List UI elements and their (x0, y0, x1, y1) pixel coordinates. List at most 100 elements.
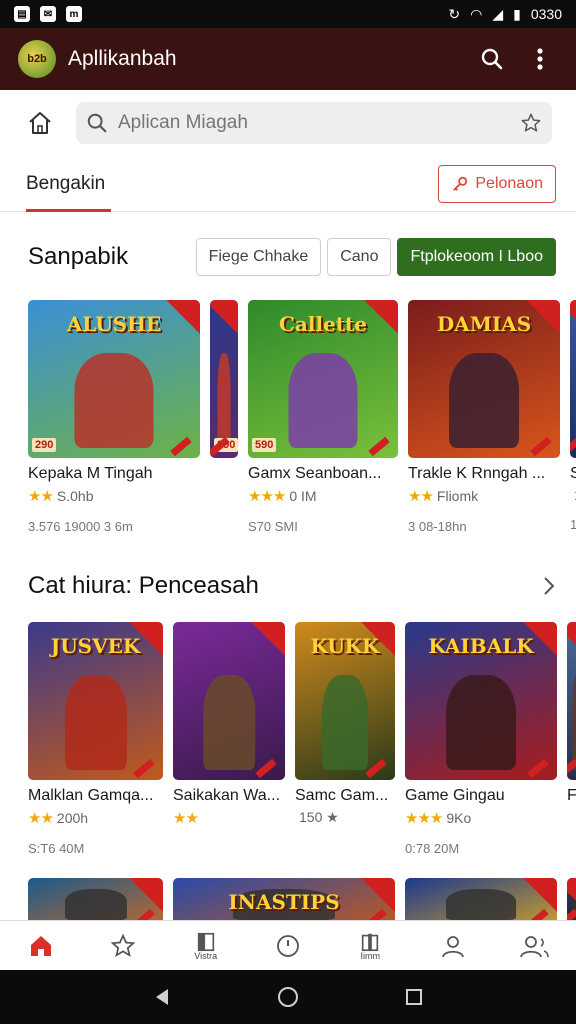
nav-profile[interactable] (423, 933, 483, 959)
message-icon: ✉ (40, 6, 56, 22)
game-title[interactable]: Gamx Seanboan... (248, 465, 398, 483)
more-options-button[interactable] (522, 41, 558, 77)
filter-action-button[interactable]: Pelonaon (438, 164, 556, 203)
badge-corner (129, 878, 163, 912)
game-thumbnail[interactable]: JUSVEK (28, 622, 163, 780)
game-rating: ★★★ 0 IM (248, 487, 398, 505)
search-input[interactable] (118, 112, 510, 134)
signal-icon: ◢ (492, 5, 504, 22)
game-character-art (64, 675, 127, 770)
section-title-2: Cat hiura: Penceasah (28, 572, 259, 599)
game-card[interactable]: JUSVEK Malklan Gamqa... ★★ 200h S:T6 40M (28, 622, 163, 856)
section-header-1: Sanpabik Fiege Chhake Cano Ftplokeoom I … (0, 238, 576, 276)
game-card[interactable]: DAMIAS Trakle K Rnngah ... ★★ Fliomk 3 08-18… (408, 300, 560, 534)
search-row (0, 90, 576, 156)
game-title[interactable]: Kepaka M Tingah (28, 465, 200, 483)
badge-corner (129, 622, 163, 656)
game-card[interactable]: ALUSHE 290 Kepaka M Tingah ★★ S.0hb 3.576 190… (28, 300, 200, 534)
app-logo: b2b (18, 40, 56, 78)
app-bar: b2b Apllikanbah (0, 28, 576, 90)
game-thumbnail[interactable] (567, 622, 576, 780)
game-rating: ★★ (173, 809, 285, 827)
star-outline-icon (111, 933, 136, 957)
sale-stripe (527, 758, 549, 779)
game-meta: 3.576 19000 3 6m (28, 519, 133, 534)
sale-stripe (368, 436, 390, 457)
star-rating-icon: ★★ (28, 810, 54, 827)
nav-home[interactable] (11, 933, 71, 959)
nav-explore[interactable] (258, 933, 318, 959)
game-title[interactable]: Samc Gam... (295, 787, 395, 805)
search-button[interactable] (474, 41, 510, 77)
game-character-art (288, 353, 358, 448)
home-circle-icon[interactable] (277, 986, 299, 1008)
game-card[interactable]: Saikakan Wa... ★★ (173, 622, 285, 856)
game-thumbnail[interactable]: KUKK (295, 622, 395, 780)
game-thumbnail[interactable] (173, 622, 285, 780)
game-thumbnail[interactable]: ALUSHE 290 (28, 300, 200, 458)
game-character-art (446, 675, 516, 770)
game-title[interactable]: S (570, 465, 576, 483)
game-thumbnail[interactable] (570, 300, 576, 458)
notification-icon: ▤ (14, 6, 30, 22)
game-meta: 1 (570, 517, 576, 532)
clock: 0330 (530, 6, 562, 22)
game-title[interactable]: Saikakan Wa... (173, 787, 285, 805)
game-title[interactable]: F (567, 787, 576, 805)
game-card-row-2: JUSVEK Malklan Gamqa... ★★ 200h S:T6 40M Saik… (0, 622, 576, 856)
game-character-art (449, 353, 519, 448)
game-card[interactable]: Callette 590 Gamx Seanboan... ★★★ 0 IM S70 SM… (248, 300, 398, 534)
nav-store-label: Iimm (360, 950, 381, 961)
nav-library-label: Vistra (194, 950, 218, 961)
game-thumbnail[interactable]: Callette 590 (248, 300, 398, 458)
search-box[interactable] (76, 102, 552, 144)
game-title[interactable]: Malklan Gamqa... (28, 787, 163, 805)
section-header-2: Cat hiura: Penceasah (0, 572, 576, 600)
game-card[interactable]: S 1 1 (570, 300, 576, 534)
game-thumbnail[interactable]: DAMIAS (408, 300, 560, 458)
chip-0[interactable]: Fiege Chhake (195, 238, 322, 276)
sale-stripe (365, 758, 387, 779)
price-tag: 290 (32, 438, 57, 452)
rating-value: S.0hb (56, 488, 94, 504)
star-outline-icon[interactable] (520, 112, 542, 134)
star-rating-icon: ★★ (408, 488, 434, 505)
badge-corner (567, 878, 576, 912)
home-button[interactable] (24, 107, 56, 139)
game-rating: ★★ Fliomk (408, 487, 560, 505)
back-icon[interactable] (152, 987, 172, 1007)
game-card[interactable]: KAIBALK Game Gingau ★★★ 9Ko 0:78 20M (405, 622, 557, 856)
game-thumbnail[interactable]: KAIBALK (405, 622, 557, 780)
game-title[interactable]: Trakle K Rnngah ... (408, 465, 560, 483)
nav-store[interactable]: Iimm (340, 931, 400, 961)
nav-friends[interactable] (505, 933, 565, 959)
game-character-art (217, 353, 231, 448)
game-card[interactable]: F (567, 622, 576, 856)
game-character-art (203, 675, 255, 770)
game-card[interactable]: KUKK Samc Gam... 150 ★ (295, 622, 395, 856)
rating-value: Fliomk (436, 488, 479, 504)
star-rating-icon: ★★★ (248, 488, 286, 505)
game-rating: ★★★ 9Ko (405, 809, 557, 827)
nav-favorites[interactable] (93, 933, 153, 959)
game-title[interactable]: Game Gingau (405, 787, 557, 805)
badge-corner (166, 300, 200, 334)
status-bar: ▤ ✉ m ↻ ◠ ◢ ▮ 0330 (0, 0, 576, 28)
badge-corner (361, 622, 395, 656)
tab-active[interactable]: Bengakin (26, 156, 112, 212)
recents-icon[interactable] (404, 987, 424, 1007)
game-character-art (322, 675, 368, 770)
game-thumbnail[interactable]: 290 (210, 300, 238, 458)
wifi-icon: ◠ (470, 5, 483, 22)
badge-corner (361, 878, 395, 912)
bottom-navigation: Vistra Iimm (0, 920, 576, 970)
sale-stripe (170, 436, 192, 457)
section-title-1: Sanpabik (28, 243, 129, 270)
chip-1[interactable]: Cano (327, 238, 392, 276)
chevron-right-icon[interactable] (542, 575, 556, 597)
game-card[interactable]: 290 (210, 300, 238, 534)
badge-corner (210, 300, 238, 334)
nav-library[interactable]: Vistra (176, 931, 236, 961)
more-vertical-icon (537, 48, 543, 70)
chip-2[interactable]: Ftplokeoom I Lboo (397, 238, 556, 276)
